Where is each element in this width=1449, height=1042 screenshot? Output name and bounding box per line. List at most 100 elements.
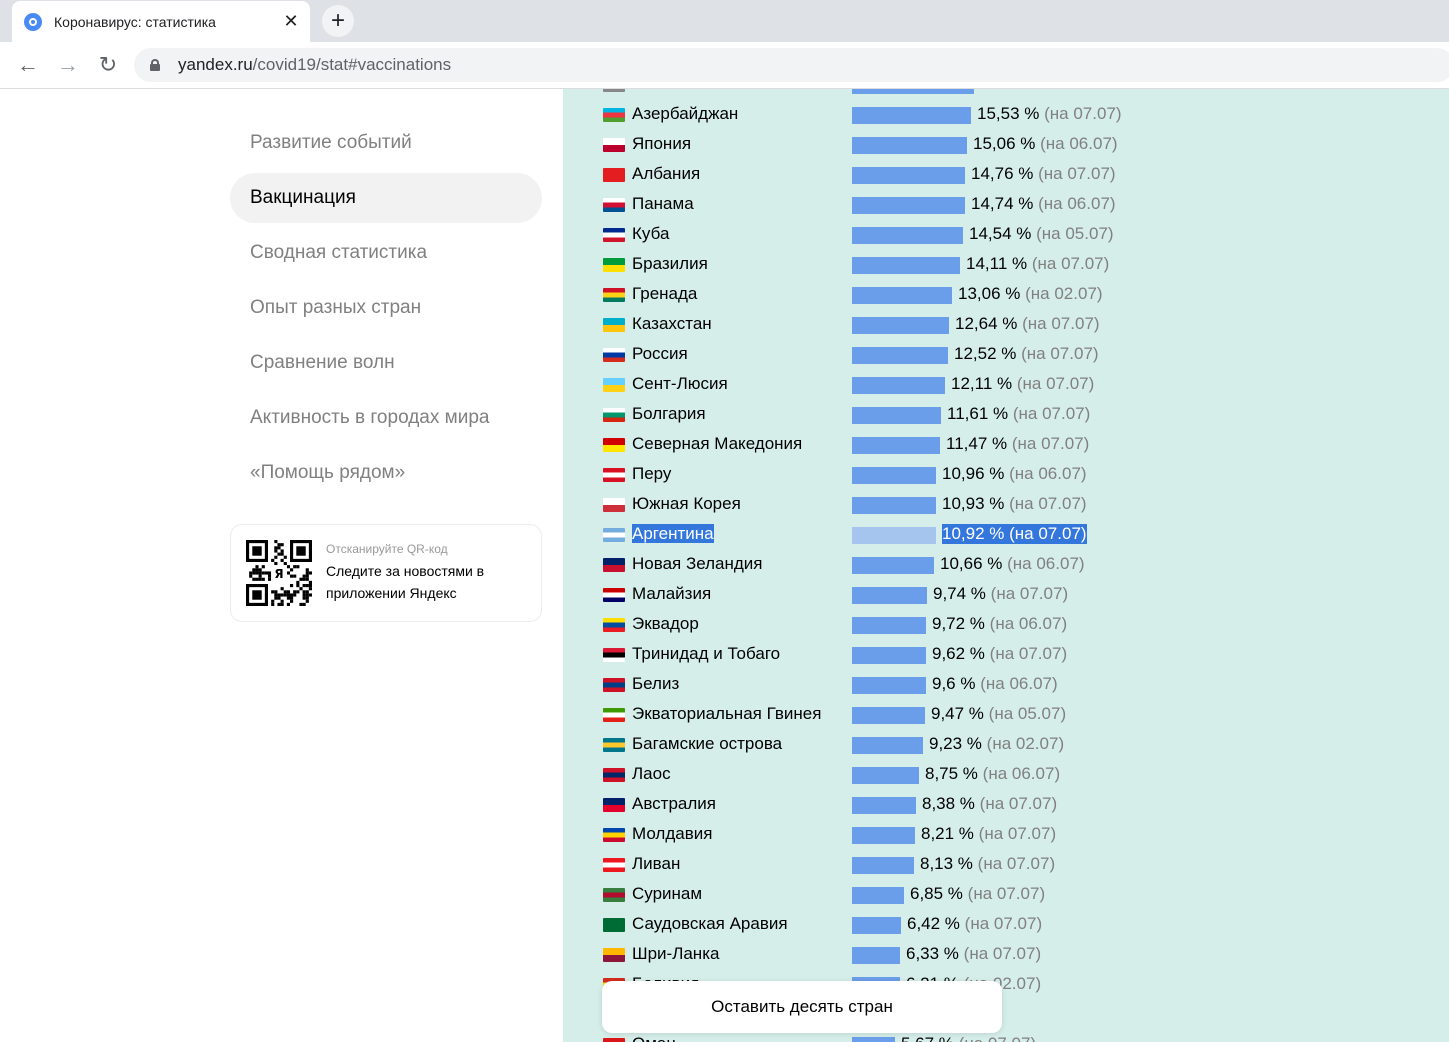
country-name: Перу — [632, 464, 672, 483]
table-row[interactable]: Молдавия 8,21 % (на 07.07) — [563, 817, 1449, 847]
new-tab-button[interactable]: + — [322, 5, 354, 37]
reload-icon[interactable]: ↻ — [93, 50, 123, 80]
table-row[interactable]: Ливан 8,13 % (на 07.07) — [563, 847, 1449, 877]
country-flag-icon — [603, 438, 625, 452]
country-flag-icon — [603, 198, 625, 212]
table-row[interactable]: Гренада 13,06 % (на 02.07) — [563, 277, 1449, 307]
vaccination-bar — [852, 677, 926, 694]
country-name: Оман — [632, 1034, 676, 1042]
value-date: (на 07.07) — [1009, 494, 1087, 513]
value-label: 8,38 % — [922, 794, 975, 813]
tab-title: Коронавирус: статистика — [54, 13, 216, 30]
vaccination-bar — [852, 527, 936, 544]
country-flag-icon — [603, 168, 625, 182]
table-row[interactable]: Албания 14,76 % (на 07.07) — [563, 157, 1449, 187]
value-label: 9,62 % — [932, 644, 985, 663]
sidebar-item[interactable]: Развитие событий — [230, 118, 542, 168]
sidebar-item[interactable]: Сводная статистика — [230, 228, 542, 278]
vaccination-bar — [852, 767, 919, 784]
value-label: 10,66 % — [940, 554, 1003, 573]
country-flag-icon — [603, 498, 625, 512]
value-date: (на 07.07) — [1012, 404, 1091, 423]
vaccination-bar — [852, 707, 925, 724]
table-row[interactable]: Экваториальная Гвинея 9,47 % (на 05.07) — [563, 697, 1449, 727]
value-date: (на 07.07) — [1009, 524, 1087, 543]
vaccination-value: 10,66 % (на 06.07) — [940, 554, 1085, 574]
value-date: (на 07.07) — [989, 644, 1068, 663]
table-row[interactable]: Россия 12,52 % (на 07.07) — [563, 337, 1449, 367]
url-text[interactable]: yandex.ru/covid19/stat#vaccinations — [178, 55, 451, 75]
vaccination-bar — [852, 377, 945, 394]
table-row[interactable]: Бразилия 14,11 % (на 07.07) — [563, 247, 1449, 277]
country-flag-icon — [603, 228, 625, 242]
lock-icon[interactable] — [150, 59, 160, 71]
table-row[interactable]: Северная Македония 11,47 % (на 07.07) — [563, 427, 1449, 457]
table-row[interactable]: Сент-Люсия 12,11 % (на 07.07) — [563, 367, 1449, 397]
vaccination-value: 14,54 % (на 05.07) — [969, 224, 1114, 244]
browser-tab[interactable]: Коронавирус: статистика ✕ — [12, 1, 310, 42]
table-row[interactable]: Азербайджан 15,53 % (на 07.07) — [563, 97, 1449, 127]
sidebar-item[interactable]: Активность в городах мира — [230, 393, 542, 443]
vaccination-bar — [852, 1037, 895, 1042]
table-row[interactable] — [563, 89, 1449, 97]
sidebar-item[interactable]: «Помощь рядом» — [230, 448, 542, 498]
browser-toolbar: ← → ↻ yandex.ru/covid19/stat#vaccination… — [0, 42, 1449, 89]
table-row[interactable]: Шри-Ланка 6,33 % (на 07.07) — [563, 937, 1449, 967]
vaccination-value: 8,21 % (на 07.07) — [921, 824, 1056, 844]
value-date: (на 06.07) — [1038, 194, 1116, 213]
sidebar-item[interactable]: Опыт разных стран — [230, 283, 542, 333]
table-row[interactable]: Панама 14,74 % (на 06.07) — [563, 187, 1449, 217]
country-name: Албания — [632, 164, 701, 183]
tab-close-icon[interactable]: ✕ — [280, 11, 302, 33]
table-row[interactable]: Саудовская Аравия 6,42 % (на 07.07) — [563, 907, 1449, 937]
vaccination-bar — [852, 167, 965, 184]
table-row[interactable]: Перу 10,96 % (на 06.07) — [563, 457, 1449, 487]
country-name: Новая Зеландия — [632, 554, 763, 573]
table-row[interactable]: Лаос 8,75 % (на 06.07) — [563, 757, 1449, 787]
forward-arrow-icon[interactable]: → — [53, 50, 83, 80]
country-flag-icon — [603, 618, 625, 632]
vaccination-value: 6,42 % (на 07.07) — [907, 914, 1042, 934]
table-row[interactable]: Австралия 8,38 % (на 07.07) — [563, 787, 1449, 817]
country-flag-icon — [603, 288, 625, 302]
country-name: Лаос — [632, 764, 671, 783]
table-row[interactable]: Япония 15,06 % (на 06.07) — [563, 127, 1449, 157]
country-name: Белиз — [632, 674, 680, 693]
value-label: 8,13 % — [920, 854, 973, 873]
value-date: (на 07.07) — [1038, 164, 1116, 183]
table-row[interactable]: Суринам 6,85 % (на 07.07) — [563, 877, 1449, 907]
address-bar[interactable]: yandex.ru/covid19/stat#vaccinations — [134, 48, 1449, 82]
value-date: (на 07.07) — [959, 1034, 1036, 1042]
table-row[interactable]: Болгария 11,61 % (на 07.07) — [563, 397, 1449, 427]
vaccination-bar — [852, 137, 967, 154]
table-row[interactable]: Аргентина 10,92 % (на 07.07) — [563, 517, 1449, 547]
sidebar-item[interactable]: Сравнение волн — [230, 338, 542, 388]
vaccination-value: 9,47 % (на 05.07) — [931, 704, 1066, 724]
table-row[interactable]: Эквадор 9,72 % (на 06.07) — [563, 607, 1449, 637]
value-label: 12,64 % — [955, 314, 1018, 333]
value-label: 14,76 % — [971, 164, 1034, 183]
table-row[interactable]: Багамские острова 9,23 % (на 02.07) — [563, 727, 1449, 757]
value-label: 10,93 % — [942, 494, 1005, 513]
vaccination-bar — [852, 107, 971, 124]
value-date: (на 07.07) — [1011, 434, 1090, 453]
table-row[interactable]: Белиз 9,6 % (на 06.07) — [563, 667, 1449, 697]
country-name: Азербайджан — [632, 104, 739, 123]
vaccination-bar — [852, 347, 948, 364]
back-arrow-icon[interactable]: ← — [13, 50, 43, 80]
sidebar-item[interactable]: Вакцинация — [230, 173, 542, 223]
table-row[interactable]: Южная Корея 10,93 % (на 07.07) — [563, 487, 1449, 517]
country-flag-icon — [603, 648, 625, 662]
table-row[interactable]: Казахстан 12,64 % (на 07.07) — [563, 307, 1449, 337]
vaccination-value: 8,38 % (на 07.07) — [922, 794, 1057, 814]
keep-ten-countries-button[interactable]: Оставить десять стран — [602, 981, 1002, 1033]
country-flag-icon — [603, 258, 625, 272]
table-row[interactable]: Куба 14,54 % (на 05.07) — [563, 217, 1449, 247]
vaccination-value: 15,53 % (на 07.07) — [977, 104, 1122, 124]
table-row[interactable]: Тринидад и Тобаго 9,62 % (на 07.07) — [563, 637, 1449, 667]
table-row[interactable]: Новая Зеландия 10,66 % (на 06.07) — [563, 547, 1449, 577]
table-row[interactable]: Малайзия 9,74 % (на 07.07) — [563, 577, 1449, 607]
app-promo-card[interactable]: Я Отсканируйте QR-код Следите за новостя… — [230, 524, 542, 622]
country-flag-icon — [603, 708, 625, 722]
value-date: (на 07.07) — [1021, 344, 1099, 363]
